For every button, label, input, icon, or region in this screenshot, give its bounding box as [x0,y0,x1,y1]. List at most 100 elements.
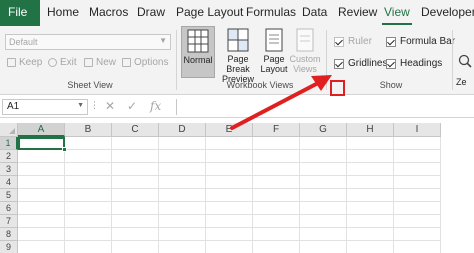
select-all-corner[interactable] [0,123,18,137]
cell[interactable] [253,241,300,253]
cell[interactable] [65,202,112,215]
cell[interactable] [394,241,441,253]
cell[interactable] [206,228,253,241]
enter-icon[interactable]: ✓ [127,99,137,113]
gridlines-checkbox[interactable]: Gridlines [334,58,387,69]
cell[interactable] [18,215,65,228]
cell[interactable] [206,215,253,228]
cell[interactable] [300,202,347,215]
cell[interactable] [300,176,347,189]
cell[interactable] [347,150,394,163]
cell[interactable] [18,176,65,189]
cell[interactable] [253,228,300,241]
tab-page-layout[interactable]: Page Layout [176,5,243,19]
cell[interactable] [347,176,394,189]
cell[interactable] [253,215,300,228]
tab-view[interactable]: View [384,5,410,19]
cell[interactable] [159,215,206,228]
cell[interactable] [206,176,253,189]
cell[interactable] [300,163,347,176]
row-header-9[interactable]: 9 [0,241,18,253]
cell[interactable] [65,228,112,241]
options-button[interactable]: Options [122,57,168,68]
cell[interactable] [206,189,253,202]
formula-bar-checkbox[interactable]: Formula Bar [386,36,455,47]
row-header-6[interactable]: 6 [0,202,18,215]
cell[interactable] [65,137,112,150]
cell[interactable] [159,241,206,253]
cell[interactable] [159,176,206,189]
name-box[interactable]: A1 ▼ [2,99,88,115]
cell[interactable] [253,150,300,163]
cell[interactable] [18,189,65,202]
cell[interactable] [253,137,300,150]
cell[interactable] [159,150,206,163]
cell[interactable] [300,150,347,163]
cell[interactable] [394,202,441,215]
cell[interactable] [394,228,441,241]
cell[interactable] [65,176,112,189]
fill-handle[interactable] [62,147,67,152]
cell[interactable] [112,215,159,228]
cell[interactable] [394,137,441,150]
cell[interactable] [300,215,347,228]
ruler-checkbox[interactable]: Ruler [334,36,372,47]
cell[interactable] [206,202,253,215]
cell[interactable] [394,163,441,176]
cell[interactable] [347,215,394,228]
cell[interactable] [253,189,300,202]
new-button[interactable]: New [84,57,116,68]
normal-view-button[interactable]: Normal [181,26,215,78]
cell[interactable] [347,202,394,215]
cell[interactable] [65,150,112,163]
tab-data[interactable]: Data [302,5,327,19]
zoom-button[interactable]: Ze [456,54,474,94]
column-header-e[interactable]: E [206,123,253,137]
cell[interactable] [18,241,65,253]
cell[interactable] [394,189,441,202]
tab-formulas[interactable]: Formulas [246,5,296,19]
row-header-3[interactable]: 3 [0,163,18,176]
cell[interactable] [65,241,112,253]
cell[interactable] [206,137,253,150]
cell[interactable] [65,189,112,202]
cancel-icon[interactable]: ✕ [105,99,115,113]
cell[interactable] [112,150,159,163]
page-break-preview-button[interactable]: Page Break Preview [219,26,257,84]
cell[interactable] [112,176,159,189]
cell[interactable] [253,202,300,215]
cell[interactable] [347,189,394,202]
cell[interactable] [18,202,65,215]
keep-button[interactable]: Keep [7,57,42,68]
column-header-h[interactable]: H [347,123,394,137]
cell[interactable] [206,150,253,163]
tab-draw[interactable]: Draw [137,5,165,19]
tab-review[interactable]: Review [338,5,377,19]
column-header-b[interactable]: B [65,123,112,137]
cell[interactable] [300,228,347,241]
column-header-d[interactable]: D [159,123,206,137]
cell[interactable] [112,202,159,215]
cell[interactable] [112,228,159,241]
column-header-g[interactable]: G [300,123,347,137]
tab-home[interactable]: Home [47,5,79,19]
cell[interactable] [394,215,441,228]
row-header-4[interactable]: 4 [0,176,18,189]
cell[interactable] [253,163,300,176]
cell[interactable] [347,137,394,150]
cell[interactable] [65,215,112,228]
tab-developer[interactable]: Developer [421,5,474,19]
cell[interactable] [112,241,159,253]
cell[interactable] [18,163,65,176]
exit-button[interactable]: Exit [48,57,77,68]
active-cell[interactable] [18,137,65,150]
column-header-a[interactable]: A [18,123,65,137]
custom-views-button[interactable]: Custom Views [288,26,322,78]
cell[interactable] [18,228,65,241]
row-header-5[interactable]: 5 [0,189,18,202]
cell[interactable] [300,189,347,202]
cell[interactable] [394,176,441,189]
cell[interactable] [112,163,159,176]
cell[interactable] [206,241,253,253]
cell[interactable] [347,228,394,241]
